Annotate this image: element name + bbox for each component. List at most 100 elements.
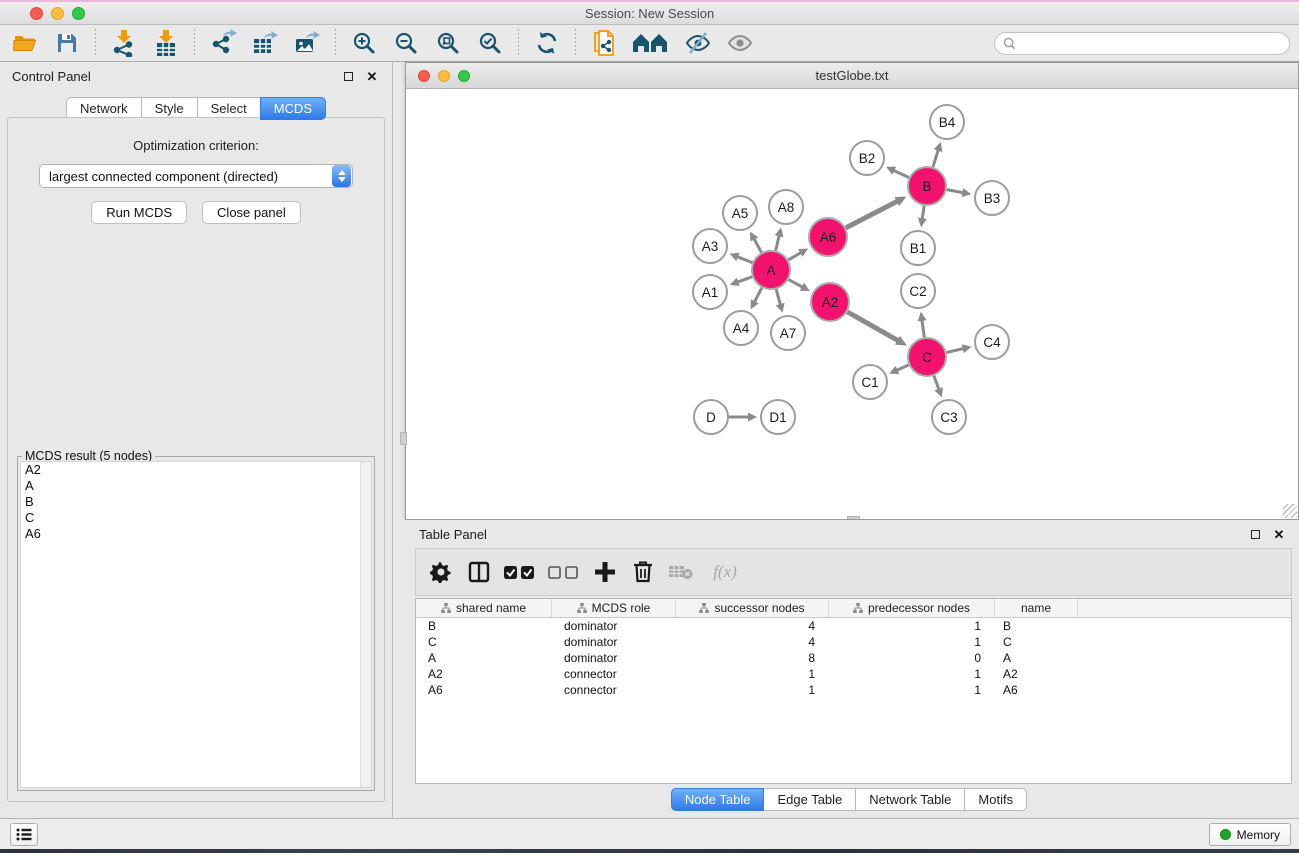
graph-node-label-D1: D1 [769, 410, 786, 425]
table-cell[interactable]: dominator [552, 651, 676, 665]
graph-node-label-A7: A7 [780, 326, 797, 341]
zoom-selected-icon[interactable] [475, 28, 505, 58]
select-all-checkboxes-icon[interactable] [500, 555, 540, 589]
table-cell[interactable]: 1 [829, 635, 995, 649]
table-cell[interactable]: dominator [552, 619, 676, 633]
graph-node-label-A5: A5 [732, 206, 749, 221]
refresh-network-view-icon[interactable] [532, 28, 562, 58]
graph-edge-A6-B[interactable] [846, 200, 900, 228]
table-row[interactable]: Adominator80A [416, 650, 1291, 666]
zoom-fit-icon[interactable] [433, 28, 463, 58]
mcds-result-item[interactable]: C [21, 510, 371, 526]
table-cell[interactable]: B [416, 619, 552, 633]
table-cell[interactable]: dominator [552, 635, 676, 649]
export-image-icon[interactable] [292, 28, 322, 58]
network-window-titlebar[interactable]: testGlobe.txt [406, 63, 1298, 89]
graph-edge-A2-C[interactable] [847, 312, 900, 342]
deselect-all-checkboxes-icon[interactable] [544, 555, 584, 589]
search-input[interactable] [1021, 37, 1289, 51]
memory-button[interactable]: Memory [1209, 823, 1291, 846]
column-header-name[interactable]: name [995, 599, 1078, 617]
table-cell[interactable]: 4 [676, 635, 829, 649]
tab-node-table[interactable]: Node Table [671, 788, 765, 811]
tab-motifs[interactable]: Motifs [964, 788, 1027, 811]
mcds-result-item[interactable]: A [21, 478, 371, 494]
mcds-result-list[interactable]: A2ABCA6 [20, 461, 372, 788]
table-cell[interactable]: A6 [995, 683, 1078, 697]
table-cell[interactable]: 1 [676, 667, 829, 681]
table-cell[interactable]: connector [552, 683, 676, 697]
close-table-panel-icon[interactable]: ✕ [1271, 526, 1287, 542]
table-cell[interactable]: 1 [829, 667, 995, 681]
table-cell[interactable]: C [995, 635, 1078, 649]
column-header-MCDS-role[interactable]: MCDS role [552, 599, 676, 617]
graph-edge-B-B4[interactable] [933, 148, 939, 167]
zoom-in-icon[interactable] [349, 28, 379, 58]
window-resize-grip[interactable] [1283, 504, 1297, 518]
mcds-result-item[interactable]: B [21, 494, 371, 510]
run-mcds-button[interactable]: Run MCDS [91, 201, 187, 224]
import-network-icon[interactable] [109, 28, 139, 58]
graph-node-label-A1: A1 [702, 285, 719, 300]
float-table-panel-icon[interactable] [1247, 526, 1263, 542]
tab-edge-table[interactable]: Edge Table [763, 788, 856, 811]
float-panel-icon[interactable] [340, 68, 356, 84]
canvas-scroll-thumb-bottom[interactable] [847, 516, 860, 519]
canvas-scroll-thumb-left[interactable] [400, 432, 407, 445]
search-box[interactable] [994, 32, 1290, 55]
tab-mcds[interactable]: MCDS [260, 97, 326, 120]
table-cell[interactable]: connector [552, 667, 676, 681]
delete-column-icon[interactable] [626, 555, 660, 589]
table-cell[interactable]: A [416, 651, 552, 665]
hide-selected-eye-icon[interactable] [683, 28, 713, 58]
export-table-icon[interactable] [250, 28, 280, 58]
table-cell[interactable]: 4 [676, 619, 829, 633]
table-cell[interactable]: 1 [676, 683, 829, 697]
control-panel-header: Control Panel ✕ [0, 62, 392, 90]
graph-node-label-B4: B4 [939, 115, 956, 130]
task-history-button[interactable] [10, 823, 38, 846]
table-cell[interactable]: 1 [829, 683, 995, 697]
save-session-icon[interactable] [52, 28, 82, 58]
delete-table-icon [664, 555, 698, 589]
optimization-criterion-dropdown[interactable]: largest connected component (directed) [39, 164, 353, 188]
network-window-title: testGlobe.txt [406, 68, 1298, 83]
network-canvas[interactable]: B4B2BB3A5A8A6A3B1AA1C2A2A4A7C4CC1C3DD1 [406, 89, 1298, 519]
graph-node-label-C: C [922, 350, 932, 365]
tab-network-table[interactable]: Network Table [855, 788, 965, 811]
table-cell[interactable]: 1 [829, 619, 995, 633]
table-row[interactable]: Cdominator41C [416, 634, 1291, 650]
column-header-predecessor-nodes[interactable]: predecessor nodes [829, 599, 995, 617]
table-cell[interactable]: A [995, 651, 1078, 665]
node-table[interactable]: shared nameMCDS rolesuccessor nodesprede… [415, 598, 1292, 784]
table-row[interactable]: A2connector11A2 [416, 666, 1291, 682]
mcds-result-item[interactable]: A6 [21, 526, 371, 542]
table-row[interactable]: Bdominator41B [416, 618, 1291, 634]
table-cell[interactable]: B [995, 619, 1078, 633]
close-panel-icon[interactable]: ✕ [364, 68, 380, 84]
table-cell[interactable]: A6 [416, 683, 552, 697]
table-cell[interactable]: 8 [676, 651, 829, 665]
table-cell[interactable]: A2 [995, 667, 1078, 681]
column-header-successor-nodes[interactable]: successor nodes [676, 599, 829, 617]
zoom-out-icon[interactable] [391, 28, 421, 58]
mcds-result-item[interactable]: A2 [21, 462, 371, 478]
table-settings-gear-icon[interactable] [424, 555, 458, 589]
network-graph[interactable]: B4B2BB3A5A8A6A3B1AA1C2A2A4A7C4CC1C3DD1 [406, 89, 1298, 519]
ndex-browse-icon[interactable] [631, 28, 671, 58]
new-network-from-selection-icon[interactable] [589, 28, 619, 58]
mcds-result-scrollbar[interactable] [360, 462, 371, 787]
show-all-eye-icon[interactable] [725, 28, 755, 58]
add-column-icon[interactable] [588, 555, 622, 589]
export-network-icon[interactable] [208, 28, 238, 58]
table-cell[interactable]: A2 [416, 667, 552, 681]
import-table-icon[interactable] [151, 28, 181, 58]
table-row[interactable]: A6connector11A6 [416, 682, 1291, 698]
close-panel-button[interactable]: Close panel [202, 201, 301, 224]
table-cell[interactable]: 0 [829, 651, 995, 665]
column-header-shared-name[interactable]: shared name [416, 599, 552, 617]
table-cell[interactable]: C [416, 635, 552, 649]
open-session-icon[interactable] [10, 28, 40, 58]
split-panel-icon[interactable] [462, 555, 496, 589]
toolbar-separator [335, 29, 336, 57]
